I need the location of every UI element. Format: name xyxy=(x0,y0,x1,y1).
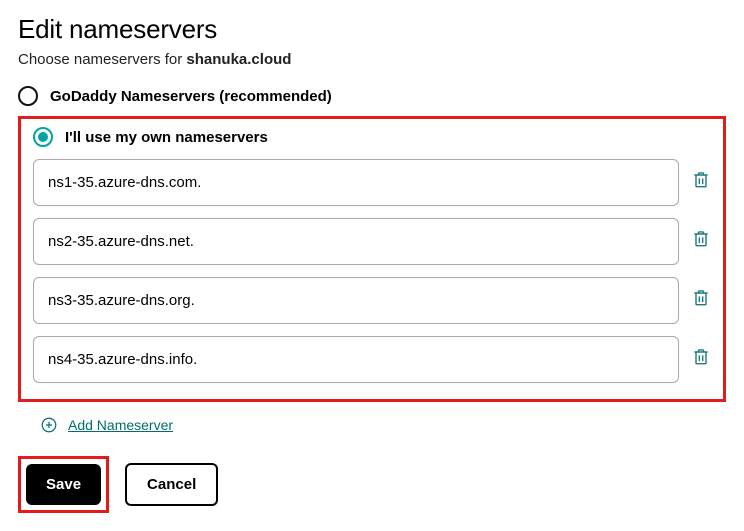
radio-selected-icon xyxy=(33,127,53,147)
radio-unselected-icon xyxy=(18,86,38,106)
action-buttons: Save Cancel xyxy=(18,456,726,513)
save-button[interactable]: Save xyxy=(26,464,101,505)
nameserver-row xyxy=(33,159,711,206)
save-highlight: Save xyxy=(18,456,109,513)
trash-icon xyxy=(691,287,711,309)
delete-nameserver-button[interactable] xyxy=(691,287,711,314)
subtitle-prefix: Choose nameservers for xyxy=(18,51,186,68)
page-subtitle: Choose nameservers for shanuka.cloud xyxy=(18,51,726,68)
add-nameserver-button[interactable]: Add Nameserver xyxy=(40,416,726,434)
radio-dot-icon xyxy=(38,132,48,142)
subtitle-domain: shanuka.cloud xyxy=(186,51,291,68)
radio-godaddy-nameservers[interactable]: GoDaddy Nameservers (recommended) xyxy=(18,86,726,106)
own-nameservers-highlight: I'll use my own nameservers xyxy=(18,116,726,402)
plus-circle-icon xyxy=(40,416,58,434)
trash-icon xyxy=(691,346,711,368)
radio-own-nameservers[interactable]: I'll use my own nameservers xyxy=(33,127,711,147)
nameserver-input-2[interactable] xyxy=(33,218,679,265)
radio-own-label: I'll use my own nameservers xyxy=(65,129,268,146)
radio-godaddy-label: GoDaddy Nameservers (recommended) xyxy=(50,88,332,105)
nameserver-row xyxy=(33,336,711,383)
add-nameserver-label: Add Nameserver xyxy=(68,417,173,433)
nameserver-input-3[interactable] xyxy=(33,277,679,324)
cancel-button[interactable]: Cancel xyxy=(125,463,218,506)
nameserver-row xyxy=(33,218,711,265)
nameserver-input-1[interactable] xyxy=(33,159,679,206)
trash-icon xyxy=(691,169,711,191)
delete-nameserver-button[interactable] xyxy=(691,228,711,255)
page-title: Edit nameservers xyxy=(18,14,726,45)
delete-nameserver-button[interactable] xyxy=(691,346,711,373)
nameserver-row xyxy=(33,277,711,324)
delete-nameserver-button[interactable] xyxy=(691,169,711,196)
trash-icon xyxy=(691,228,711,250)
nameserver-input-4[interactable] xyxy=(33,336,679,383)
